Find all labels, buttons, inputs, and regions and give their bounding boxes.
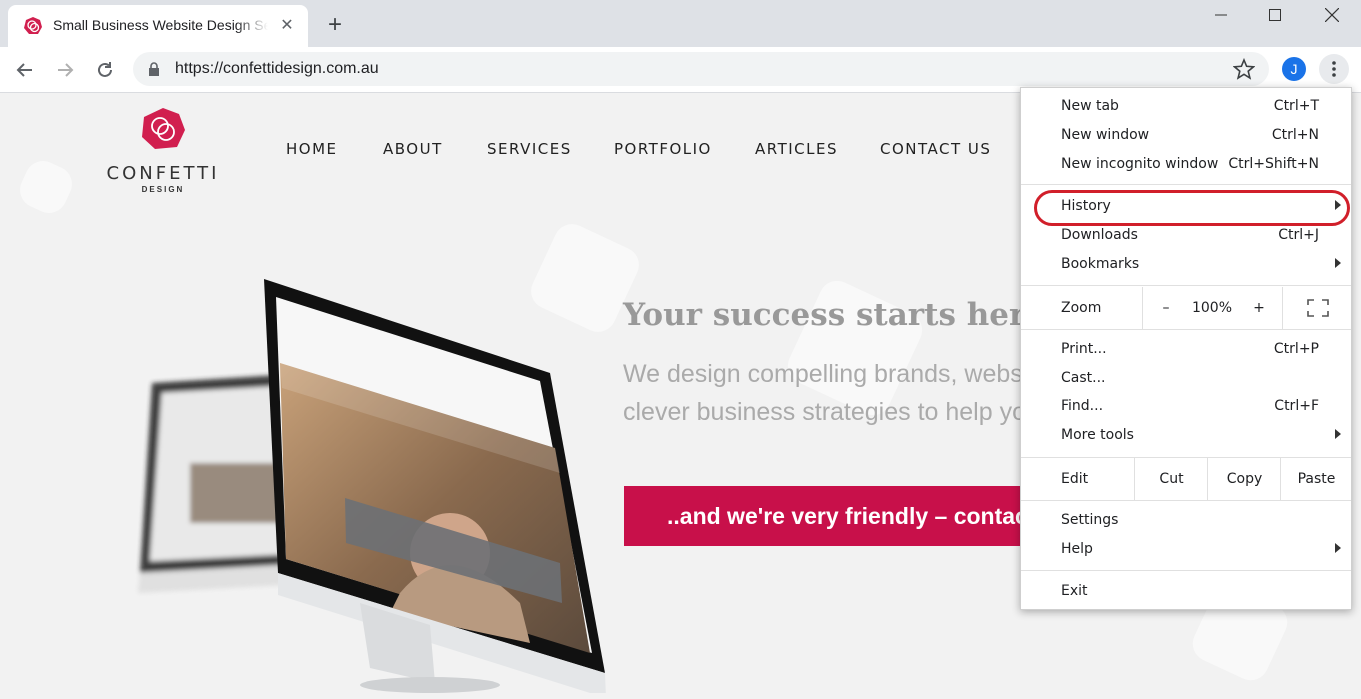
submenu-arrow-icon [1335,543,1341,553]
menu-item-label: Edit [1061,471,1089,487]
minimize-icon [1215,14,1227,16]
cut-button[interactable]: Cut [1134,458,1208,500]
bookmark-star-icon[interactable] [1233,58,1255,80]
submenu-arrow-icon [1335,429,1341,439]
hero-title: Your success starts here [623,297,1046,333]
profile-avatar[interactable]: J [1282,57,1306,81]
submenu-arrow-icon [1335,258,1341,268]
menu-item-find[interactable]: Find... Ctrl+F [1021,393,1351,422]
menu-item-label: Cast... [1061,370,1106,386]
nav-contact-us[interactable]: CONTACT US [880,140,991,158]
nav-home[interactable]: HOME [286,140,338,158]
menu-item-label: New incognito window [1061,156,1219,172]
chrome-main-menu: New tab Ctrl+T New window Ctrl+N New inc… [1020,87,1352,610]
menu-item-shortcut: Ctrl+N [1271,127,1319,143]
menu-item-downloads[interactable]: Downloads Ctrl+J [1021,222,1351,251]
menu-separator [1021,329,1351,330]
menu-item-shortcut: Ctrl+Shift+N [1228,156,1319,172]
confetti-favicon-icon [24,17,42,34]
reload-icon [98,62,112,77]
reload-button[interactable] [90,55,120,85]
hero-subtitle-line: clever business strategies to help you [623,398,1040,426]
menu-separator [1021,285,1351,286]
nav-about[interactable]: ABOUT [383,140,443,158]
menu-item-label: More tools [1061,427,1134,443]
history-highlight-annotation [1034,190,1350,226]
menu-item-shortcut: Ctrl+P [1273,341,1319,357]
confetti-logo-icon [142,108,185,149]
zoom-out-button[interactable]: – [1142,287,1189,329]
menu-item-shortcut: Ctrl+T [1273,98,1319,114]
menu-item-shortcut: Ctrl+J [1278,227,1319,243]
tab-strip: Small Business Website Design Se ✕ + [0,0,1361,47]
maximize-icon [1269,9,1281,21]
menu-separator [1021,184,1351,185]
hero-subtitle-line: We design compelling brands, websites [623,360,1043,388]
menu-item-bookmarks[interactable]: Bookmarks [1021,251,1351,280]
menu-item-help[interactable]: Help [1021,536,1351,565]
logo-subtext: DESIGN [141,185,185,194]
forward-button[interactable] [50,55,80,85]
nav-articles[interactable]: ARTICLES [755,140,838,158]
forward-arrow-icon [58,63,74,77]
menu-item-label: New window [1061,127,1150,143]
paste-button[interactable]: Paste [1280,458,1352,500]
hero-subtitle: We design compelling brands, websites cl… [623,355,1043,431]
fullscreen-button[interactable] [1282,287,1352,329]
menu-item-new-incognito-window[interactable]: New incognito window Ctrl+Shift+N [1021,151,1351,180]
menu-item-label: Settings [1061,512,1119,528]
menu-button[interactable] [1319,54,1349,84]
menu-separator [1021,570,1351,571]
menu-item-shortcut: Ctrl+F [1274,398,1319,414]
contact-cta-button[interactable]: ..and we're very friendly – contact [624,486,1044,546]
address-bar[interactable]: https://confettidesign.com.au [133,52,1269,86]
copy-button[interactable]: Copy [1207,458,1281,500]
menu-item-new-window[interactable]: New window Ctrl+N [1021,122,1351,151]
menu-item-label: Exit [1061,583,1088,599]
logo-wordmark: CONFETTI [106,163,220,184]
browser-tab[interactable]: Small Business Website Design Se ✕ [8,5,308,47]
maximize-button[interactable] [1246,0,1304,30]
menu-separator [1021,500,1351,501]
menu-item-label: Bookmarks [1061,256,1140,272]
lock-icon [149,62,159,76]
menu-row-edit: Edit Cut Copy Paste [1021,458,1351,500]
back-button[interactable] [10,55,40,85]
menu-item-label: Print... [1061,341,1107,357]
menu-item-new-tab[interactable]: New tab Ctrl+T [1021,93,1351,122]
fullscreen-icon [1306,299,1329,317]
close-window-button[interactable] [1303,0,1361,30]
menu-item-label: Find... [1061,398,1104,414]
menu-item-label: Downloads [1061,227,1138,243]
nav-portfolio[interactable]: PORTFOLIO [614,140,712,158]
confetti-shape [14,155,78,219]
hero-monitors-image [138,279,606,693]
menu-item-exit[interactable]: Exit [1021,578,1351,607]
menu-item-settings[interactable]: Settings [1021,507,1351,536]
menu-item-more-tools[interactable]: More tools [1021,422,1351,451]
minimize-button[interactable] [1192,0,1250,30]
site-logo[interactable]: CONFETTI DESIGN [100,107,230,197]
nav-services[interactable]: SERVICES [487,140,572,158]
menu-item-cast[interactable]: Cast... [1021,365,1351,394]
menu-item-label: Zoom [1061,300,1102,316]
back-arrow-icon [16,63,32,77]
new-tab-button[interactable]: + [322,13,348,39]
zoom-level: 100% [1191,300,1233,316]
menu-item-label: Help [1061,541,1093,557]
more-vert-icon [1332,61,1336,77]
close-icon [1325,8,1339,22]
url-text: https://confettidesign.com.au [175,60,379,77]
menu-item-print[interactable]: Print... Ctrl+P [1021,336,1351,365]
menu-item-label: New tab [1061,98,1119,114]
tab-close-icon[interactable]: ✕ [278,17,296,35]
zoom-in-button[interactable]: + [1236,287,1282,329]
menu-row-zoom: Zoom – 100% + [1021,287,1351,329]
tab-title: Small Business Website Design Se [53,17,268,33]
